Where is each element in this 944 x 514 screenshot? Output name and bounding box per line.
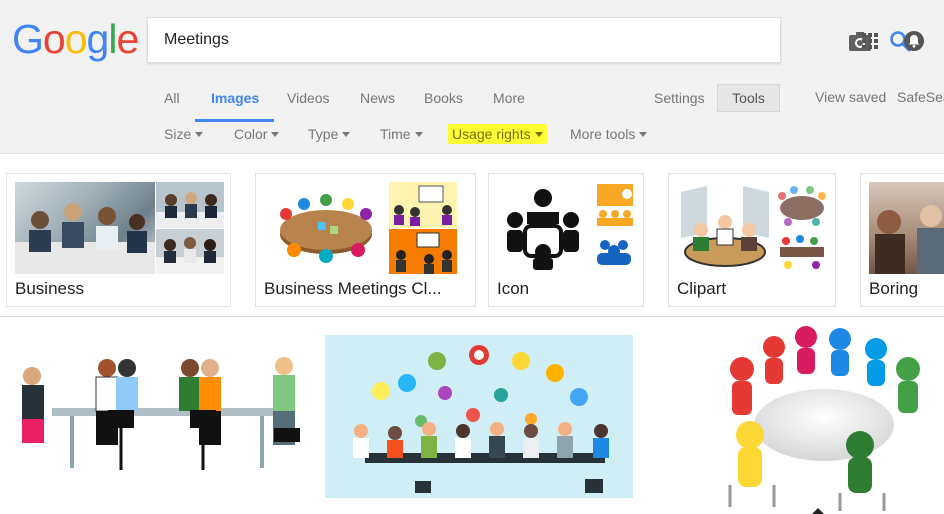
search-input[interactable] (164, 18, 684, 62)
logo-letter: l (108, 16, 117, 62)
logo-letter: G (12, 16, 44, 62)
suggestion-chip-business[interactable]: Business (6, 173, 231, 307)
chip-thumbnail (869, 182, 944, 274)
chip-thumbnail (677, 182, 773, 274)
view-saved-link[interactable]: View saved (815, 89, 886, 105)
settings-link[interactable]: Settings (654, 90, 705, 106)
dropdown-caret-icon (534, 132, 543, 137)
dropdown-caret-icon (414, 132, 423, 137)
dropdown-caret-icon (342, 132, 351, 137)
filter-type[interactable]: Type (308, 126, 351, 142)
image-result[interactable] (12, 350, 310, 488)
filter-time[interactable]: Time (380, 126, 423, 142)
chip-label: Business (15, 279, 84, 298)
chip-thumbnail (156, 229, 224, 274)
chip-thumbnail (774, 229, 830, 274)
filter-time-label: Time (380, 126, 411, 142)
safesearch-link[interactable]: SafeSea (897, 89, 944, 105)
tab-all[interactable]: All (164, 90, 180, 106)
filter-color-label: Color (234, 126, 268, 142)
logo-letter: e (116, 16, 139, 62)
apps-grid-icon[interactable] (862, 33, 878, 49)
chip-thumbnail (156, 182, 224, 228)
header: Google All Images Videos News Books More… (0, 0, 944, 154)
chip-label: Clipart (677, 279, 727, 298)
chip-thumbnail (591, 182, 637, 228)
logo-letter: o (64, 16, 88, 62)
tab-images[interactable]: Images (211, 90, 259, 106)
search-box (147, 17, 911, 63)
tab-more[interactable]: More (493, 90, 525, 106)
chip-thumbnail (497, 182, 589, 274)
chip-thumbnail (389, 182, 457, 228)
chip-thumbnail (591, 229, 637, 274)
dropdown-caret-icon (195, 132, 204, 137)
dropdown-caret-icon (639, 132, 648, 137)
filter-more-tools[interactable]: More tools (570, 126, 648, 142)
image-result[interactable] (694, 325, 944, 514)
suggestion-chip-boring[interactable]: Boring (860, 173, 944, 307)
tab-news[interactable]: News (360, 90, 395, 106)
filter-usage-rights-label: Usage rights (452, 126, 531, 142)
chip-label: Business Meetings Cl... (264, 279, 442, 298)
active-tab-indicator (195, 119, 274, 122)
chip-thumbnail (264, 182, 388, 274)
filter-color[interactable]: Color (234, 126, 280, 142)
filter-size-label: Size (164, 126, 192, 142)
suggestion-chip-business-meetings-clipart[interactable]: Business Meetings Cl... (255, 173, 476, 307)
google-logo[interactable]: Google (12, 16, 139, 66)
logo-letter: o (42, 16, 66, 62)
logo-letter: g (86, 16, 110, 62)
filter-type-label: Type (308, 126, 339, 142)
filter-more-tools-label: More tools (570, 126, 636, 142)
suggestion-chip-icon[interactable]: Icon (488, 173, 644, 307)
chip-thumbnail (15, 182, 155, 274)
divider (0, 316, 944, 317)
chip-thumbnail (389, 229, 457, 274)
tab-videos[interactable]: Videos (287, 90, 330, 106)
filter-usage-rights[interactable]: Usage rights (448, 124, 547, 144)
dropdown-caret-icon (271, 132, 280, 137)
chip-label: Boring (869, 279, 919, 298)
image-result[interactable] (325, 335, 633, 498)
filter-size[interactable]: Size (164, 126, 204, 142)
notifications-icon[interactable] (904, 31, 924, 51)
tools-button[interactable]: Tools (717, 84, 780, 112)
tab-books[interactable]: Books (424, 90, 463, 106)
chip-label: Icon (497, 279, 530, 298)
suggestion-chip-clipart[interactable]: Clipart (668, 173, 836, 307)
chip-thumbnail (774, 182, 830, 228)
